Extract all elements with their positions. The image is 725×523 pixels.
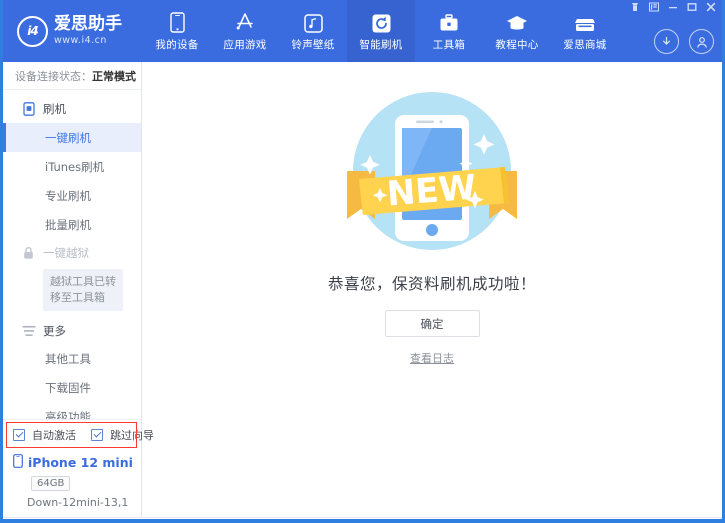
- device-model: Down-12mini-13,1: [27, 496, 141, 509]
- sidebar-item-one-key-flash[interactable]: 一键刷机: [3, 123, 141, 152]
- graduation-cap-icon: [506, 11, 528, 33]
- sidebar-item-batch-flash[interactable]: 批量刷机: [3, 210, 141, 239]
- skin-icon[interactable]: [630, 2, 640, 12]
- app-footer: 阻止iTunes运行 V7.98.66 客服 微信公众号 检查更新: [3, 517, 722, 523]
- sidebar-item-advanced[interactable]: 高级功能: [3, 403, 141, 419]
- sidebar-item-label: 高级功能: [45, 409, 91, 419]
- device-name-row: iPhone 12 mini: [13, 454, 141, 471]
- success-message: 恭喜您，保资料刷机成功啦！: [328, 272, 536, 294]
- minimize-icon[interactable]: [668, 2, 678, 12]
- nav-label: 我的设备: [155, 37, 198, 52]
- phone-small-icon: [13, 454, 23, 471]
- connection-status-label: 设备连接状态：: [15, 68, 92, 84]
- device-name: iPhone 12 mini: [28, 455, 133, 470]
- sidebar-item-label: iTunes刷机: [45, 159, 104, 175]
- sidebar-item-pro-flash[interactable]: 专业刷机: [3, 181, 141, 210]
- sidebar-group-more[interactable]: 更多: [3, 317, 141, 345]
- store-icon: [574, 11, 596, 33]
- close-icon[interactable]: [706, 2, 716, 12]
- sidebar-item-download-firmware[interactable]: 下载固件: [3, 374, 141, 403]
- skip-wizard-checkbox[interactable]: [91, 429, 103, 441]
- connected-device[interactable]: iPhone 12 mini 64GB Down-12mini-13,1: [3, 450, 141, 517]
- sidebar-item-label: 专业刷机: [45, 188, 91, 204]
- nav-item-smart-flash[interactable]: 智能刷机: [347, 0, 415, 62]
- sidebar-item-label: 其他工具: [45, 351, 91, 367]
- window-controls: [630, 2, 716, 12]
- svg-text:NEW: NEW: [386, 168, 478, 215]
- nav-item-tutorial-center[interactable]: 教程中心: [483, 0, 551, 62]
- app-body: 设备连接状态：正常模式 刷机 一键刷机 iTunes刷机 专业刷机: [3, 62, 722, 517]
- jailbreak-tooltip: 越狱工具已转移至工具箱: [43, 269, 123, 311]
- sidebar-group-flash[interactable]: 刷机: [3, 95, 141, 123]
- toolbox-icon: [439, 11, 459, 33]
- main-content: NEW 恭喜您，保资料刷机成功啦！ 确定 查看日志: [142, 62, 722, 517]
- connection-status: 设备连接状态：正常模式: [3, 62, 141, 90]
- new-phone-ribbon-illustration: NEW: [337, 79, 527, 264]
- view-log-link[interactable]: 查看日志: [410, 350, 454, 366]
- download-icon[interactable]: [654, 29, 679, 54]
- appstore-icon: [234, 11, 256, 33]
- skip-wizard-label: 跳过向导: [110, 427, 154, 443]
- nav-label: 智能刷机: [359, 37, 402, 52]
- nav-label: 应用游戏: [223, 37, 266, 52]
- sidebar-item-itunes-flash[interactable]: iTunes刷机: [3, 152, 141, 181]
- sidebar-bottom: 自动激活 跳过向导 iPhone 12 mini 64GB Down-12min…: [3, 419, 141, 517]
- nav-label: 工具箱: [433, 37, 465, 52]
- nav-item-toolbox[interactable]: 工具箱: [415, 0, 483, 62]
- account-icon[interactable]: [689, 29, 714, 54]
- maximize-icon[interactable]: [687, 2, 697, 12]
- sidebar-options-row: 自动激活 跳过向导: [3, 420, 141, 450]
- sidebar-group-label: 一键越狱: [43, 245, 89, 261]
- phone-icon: [170, 11, 185, 33]
- confirm-button[interactable]: 确定: [385, 310, 480, 337]
- list-icon: [21, 323, 36, 338]
- nav-label: 教程中心: [495, 37, 538, 52]
- auto-activate-label: 自动激活: [32, 427, 76, 443]
- nav-item-apps-games[interactable]: 应用游戏: [211, 0, 279, 62]
- sidebar: 设备连接状态：正常模式 刷机 一键刷机 iTunes刷机 专业刷机: [3, 62, 142, 517]
- sidebar-group-label: 更多: [43, 323, 66, 339]
- sidebar-item-label: 一键刷机: [45, 130, 91, 146]
- menu-icon[interactable]: [649, 2, 659, 12]
- sidebar-item-other-tools[interactable]: 其他工具: [3, 345, 141, 374]
- app-logo[interactable]: i4 爱思助手 www.i4.cn: [3, 0, 143, 62]
- sidebar-group-jailbreak: 一键越狱: [3, 239, 141, 267]
- logo-brand: 爱思助手: [54, 16, 122, 33]
- flash-device-icon: [21, 102, 36, 117]
- nav-item-store[interactable]: 爱思商城: [551, 0, 619, 62]
- sidebar-group-label: 刷机: [43, 101, 66, 117]
- nav-item-my-device[interactable]: 我的设备: [143, 0, 211, 62]
- lock-icon: [21, 246, 36, 261]
- refresh-icon: [372, 11, 391, 33]
- logo-url: www.i4.cn: [54, 36, 122, 46]
- app-header: i4 爱思助手 www.i4.cn 我的设备 应用游戏: [3, 0, 722, 62]
- sidebar-menu: 刷机 一键刷机 iTunes刷机 专业刷机 批量刷机: [3, 90, 141, 419]
- header-actions: [654, 29, 714, 54]
- logo-text: 爱思助手 www.i4.cn: [54, 16, 122, 46]
- ringtone-icon: [304, 11, 323, 33]
- logo-badge-icon: i4: [17, 16, 48, 47]
- nav-label: 铃声壁纸: [291, 37, 334, 52]
- auto-activate-checkbox[interactable]: [13, 429, 25, 441]
- sidebar-item-label: 下载固件: [45, 380, 91, 396]
- device-capacity: 64GB: [31, 476, 70, 491]
- sidebar-item-label: 批量刷机: [45, 217, 91, 233]
- app-window: i4 爱思助手 www.i4.cn 我的设备 应用游戏: [0, 0, 725, 523]
- nav-item-ringtone-wallpaper[interactable]: 铃声壁纸: [279, 0, 347, 62]
- connection-status-value: 正常模式: [92, 68, 136, 84]
- nav-label: 爱思商城: [563, 37, 606, 52]
